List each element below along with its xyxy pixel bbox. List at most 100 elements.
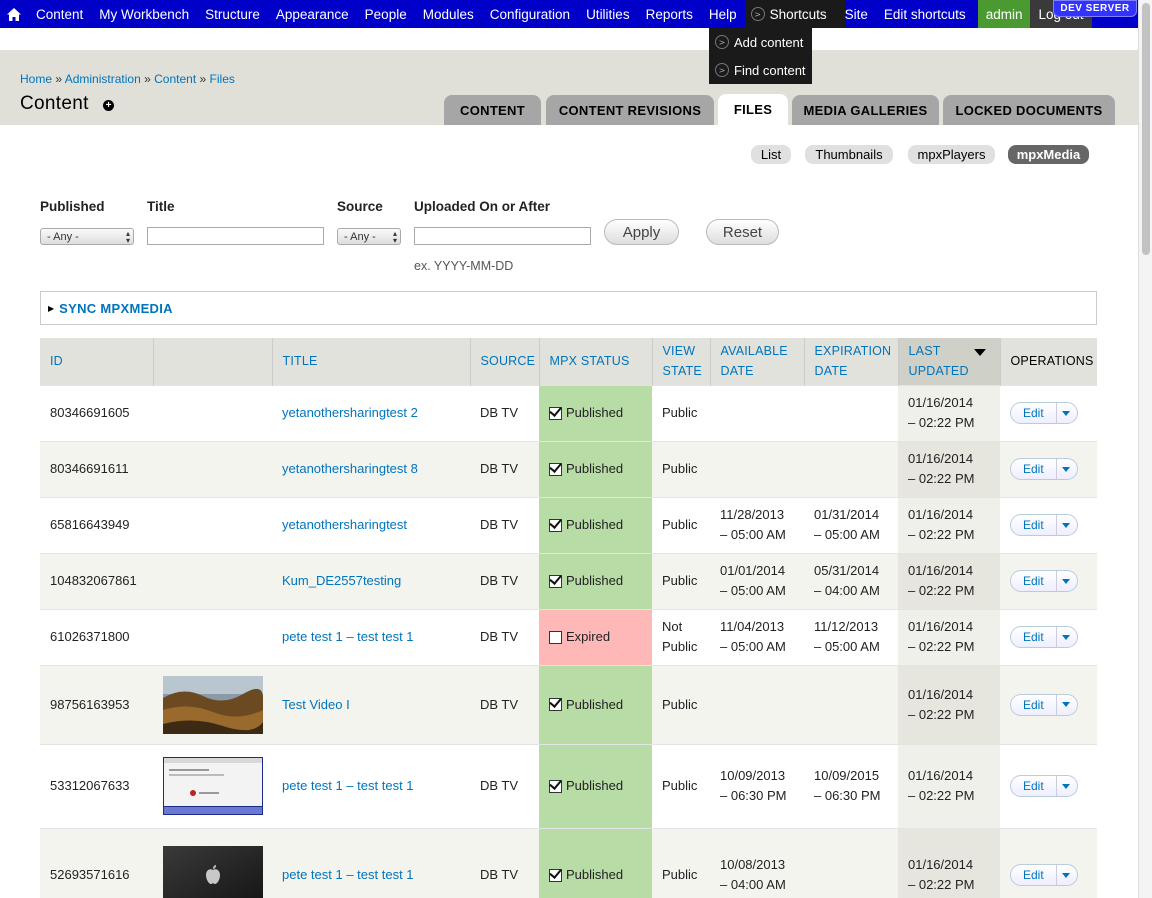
col-source[interactable]: SOURCE <box>469 338 539 385</box>
media-title-link[interactable]: Test Video I <box>282 697 350 712</box>
add-shortcut-icon[interactable]: + <box>103 100 114 111</box>
toolbar-modules[interactable]: Modules <box>415 0 482 28</box>
subtab-thumbnails[interactable]: Thumbnails <box>805 145 893 164</box>
toolbar-structure[interactable]: Structure <box>197 0 268 28</box>
checked-checkbox-icon <box>549 462 562 476</box>
toolbar-people[interactable]: People <box>357 0 415 28</box>
tab-content-revisions[interactable]: CONTENT REVISIONS <box>546 95 714 125</box>
dropdown-toggle-icon[interactable] <box>1057 515 1077 535</box>
cell-id: 104832067861 <box>40 552 153 609</box>
status-label: Published <box>566 517 624 532</box>
edit-button[interactable]: Edit <box>1011 776 1057 796</box>
checked-checkbox-icon <box>549 518 562 532</box>
media-title-link[interactable]: pete test 1 – test test 1 <box>282 867 414 882</box>
view-state-text: Public <box>662 573 698 588</box>
page-scrollbar[interactable] <box>1138 0 1152 898</box>
subtab-mpxplayers[interactable]: mpxPlayers <box>908 145 995 164</box>
title-filter-label: Title <box>147 199 175 214</box>
cell-id: 98756163953 <box>40 664 153 744</box>
scrollbar-thumb[interactable] <box>1142 3 1150 255</box>
toolbar-shortcuts[interactable]: > Shortcuts <box>744 0 845 28</box>
tab-media-galleries[interactable]: MEDIA GALLERIES <box>792 95 939 125</box>
media-title-link[interactable]: pete test 1 – test test 1 <box>282 629 414 644</box>
breadcrumb-content[interactable]: Content <box>154 72 196 86</box>
tab-files[interactable]: FILES <box>718 94 788 125</box>
media-title-link[interactable]: yetanothersharingtest 2 <box>282 405 418 420</box>
sort-descending-icon <box>973 349 986 356</box>
apply-button[interactable]: Apply <box>604 219 679 245</box>
media-title-link[interactable]: yetanothersharingtest 8 <box>282 461 418 476</box>
toolbar-help[interactable]: Help <box>701 0 745 28</box>
breadcrumb-files[interactable]: Files <box>210 72 235 86</box>
shortcuts-dropdown: > Add content > Find content <box>709 28 812 84</box>
col-available-date[interactable]: AVAILABLE DATE <box>709 338 804 385</box>
edit-button[interactable]: Edit <box>1011 403 1057 423</box>
dropdown-toggle-icon[interactable] <box>1057 627 1077 647</box>
col-expiration-date[interactable]: EXPIRATION DATE <box>803 338 898 385</box>
media-title-link[interactable]: yetanothersharingtest <box>282 517 407 532</box>
table-header-row: ID TITLE SOURCE MPX STATUS VIEW STATE AVA… <box>40 338 1097 385</box>
col-title[interactable]: TITLE <box>271 338 470 385</box>
shortcut-add-content[interactable]: > Add content <box>709 28 812 56</box>
cell-title: pete test 1 – test test 1 <box>272 608 470 665</box>
edit-button[interactable]: Edit <box>1011 627 1057 647</box>
media-title-link[interactable]: Kum_DE2557testing <box>282 573 401 588</box>
breadcrumb-home[interactable]: Home <box>20 72 52 86</box>
col-last-updated[interactable]: LAST UPDATED <box>897 338 1000 385</box>
dropdown-toggle-icon[interactable] <box>1057 403 1077 423</box>
breadcrumb-administration[interactable]: Administration <box>65 72 141 86</box>
toolbar-site[interactable]: Site <box>845 0 876 28</box>
toolbar-configuration[interactable]: Configuration <box>482 0 578 28</box>
video-thumbnail[interactable] <box>163 846 263 898</box>
cell-source: DB TV <box>470 496 539 553</box>
expiration-date-text: 11/12/2013 <box>814 619 879 634</box>
video-thumbnail[interactable] <box>163 675 263 734</box>
dropdown-toggle-icon[interactable] <box>1057 776 1077 796</box>
col-view-state[interactable]: VIEW STATE <box>651 338 710 385</box>
toolbar-content[interactable]: Content <box>28 0 91 28</box>
edit-button[interactable]: Edit <box>1011 515 1057 535</box>
edit-button[interactable]: Edit <box>1011 459 1057 479</box>
dropdown-toggle-icon[interactable] <box>1057 571 1077 591</box>
col-id[interactable]: ID <box>40 338 153 385</box>
shortcut-find-content[interactable]: > Find content <box>709 56 812 84</box>
toolbar-user-admin[interactable]: admin <box>977 0 1031 28</box>
cell-source: DB TV <box>470 664 539 744</box>
page-title: Content <box>20 93 89 114</box>
home-icon[interactable] <box>0 0 28 28</box>
dropdown-toggle-icon[interactable] <box>1057 865 1077 885</box>
published-filter-label: Published <box>40 199 105 214</box>
available-time-text: – 05:00 AM <box>720 583 786 598</box>
toolbar-reports[interactable]: Reports <box>638 0 701 28</box>
toolbar-utilities[interactable]: Utilities <box>578 0 638 28</box>
media-title-link[interactable]: pete test 1 – test test 1 <box>282 778 414 793</box>
col-mpx-status[interactable]: MPX STATUS <box>538 338 652 385</box>
source-select[interactable]: - Any - ▴ ▾ <box>337 228 401 245</box>
cell-last-updated: 01/16/2014 – 02:22 PM <box>898 743 1000 828</box>
dropdown-toggle-icon[interactable] <box>1057 459 1077 479</box>
edit-button[interactable]: Edit <box>1011 865 1057 886</box>
video-thumbnail[interactable] <box>163 757 263 815</box>
tab-locked-documents[interactable]: LOCKED DOCUMENTS <box>943 95 1115 125</box>
admin-toolbar: Content My Workbench Structure Appearanc… <box>0 0 1138 28</box>
edit-button[interactable]: Edit <box>1011 571 1057 591</box>
subtab-list[interactable]: List <box>751 145 791 164</box>
title-input[interactable] <box>147 227 324 245</box>
cell-title: pete test 1 – test test 1 <box>272 743 470 828</box>
shortcut-label: Find content <box>734 62 806 78</box>
published-select[interactable]: - Any - ▴ ▾ <box>40 228 134 245</box>
tab-content[interactable]: CONTENT <box>444 95 541 125</box>
sync-mpxmedia-fieldset[interactable]: ▶ SYNC MPXMEDIA <box>40 291 1097 325</box>
media-table: ID TITLE SOURCE MPX STATUS VIEW STATE AVA… <box>40 338 1097 898</box>
toolbar-appearance[interactable]: Appearance <box>268 0 357 28</box>
cell-thumbnail <box>153 664 272 744</box>
col-operations: OPERATIONS <box>999 338 1097 385</box>
reset-button[interactable]: Reset <box>706 219 779 245</box>
edit-button[interactable]: Edit <box>1011 694 1057 715</box>
toolbar-my-workbench[interactable]: My Workbench <box>91 0 197 28</box>
subtab-mpxmedia[interactable]: mpxMedia <box>1008 145 1089 164</box>
toolbar-edit-shortcuts[interactable]: Edit shortcuts <box>876 0 974 28</box>
uploaded-date-input[interactable] <box>414 227 591 245</box>
last-updated-time-text: – 02:22 PM <box>908 639 975 654</box>
dropdown-toggle-icon[interactable] <box>1057 695 1077 715</box>
